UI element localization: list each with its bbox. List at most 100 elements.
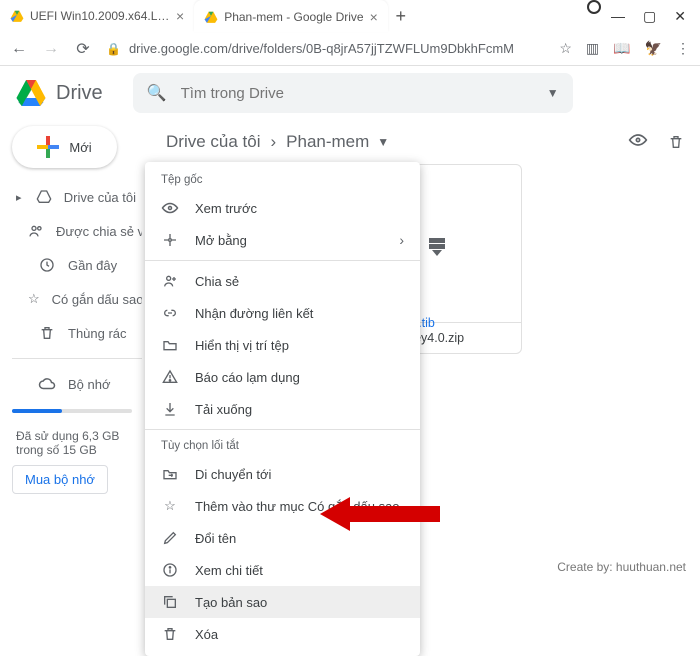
drive-brand: Drive [56,82,103,105]
menu-item-share[interactable]: Chia sẻ [145,265,420,297]
delete-button-icon[interactable] [668,133,684,151]
chevron-right-icon: › [270,132,276,152]
browser-tabstrip: UEFI Win10.2009.x64.Lehait.tib - × Phan-… [0,0,700,32]
menu-item-label: Tạo bản sao [195,595,267,610]
zip-icon [429,238,445,250]
breadcrumb-folder[interactable]: Phan-mem ▼ [286,132,389,152]
menu-item-label: Mở bằng [195,233,247,248]
extension-idm-icon[interactable]: ▥ [586,40,599,57]
open-with-icon [161,231,179,249]
extension-reader-icon[interactable]: 📖 [613,40,630,57]
tab-title: UEFI Win10.2009.x64.Lehait.tib - [30,9,170,23]
menu-item-label: Báo cáo lạm dụng [195,370,300,385]
sidebar-item-starred[interactable]: ☆ Có gắn dấu sao [12,284,142,314]
sidebar-item-label: Gần đây [68,258,117,273]
move-icon [161,465,179,483]
copy-icon [161,593,179,611]
star-icon: ☆ [28,290,40,308]
menu-item-delete[interactable]: Xóa [145,618,420,650]
maximize-button[interactable]: ▢ [643,8,656,25]
new-tab-button[interactable]: + [388,0,414,32]
close-icon[interactable]: × [370,9,378,25]
storage-text: Đã sử dụng 6,3 GB trong số 15 GB [12,425,142,461]
sidebar-item-my-drive[interactable]: ▸ Drive của tôi [12,182,142,212]
back-button[interactable]: ← [10,40,28,58]
sidebar-item-trash[interactable]: Thùng rác [12,318,142,348]
menu-item-label: Chia sẻ [195,274,239,289]
sidebar-item-shared[interactable]: Được chia sẻ với [12,216,142,246]
folder-icon [161,336,179,354]
tab-title: Phan-mem - Google Drive [224,10,363,24]
menu-item-preview[interactable]: Xem trước [145,192,420,224]
drive-favicon-icon [10,9,24,23]
storage-bar [12,409,132,413]
new-button[interactable]: Mới [12,126,117,168]
menu-item-label: Đổi tên [195,531,236,546]
extension-eagleget-icon[interactable]: 🦅 [645,40,662,57]
download-icon [161,400,179,418]
sidebar-item-recent[interactable]: Gần đây [12,250,142,280]
menu-item-label: Di chuyển tới [195,467,271,482]
menu-item-label: Thêm vào thư mục Có gắn dấu sao [195,499,400,514]
buy-storage-button[interactable]: Mua bộ nhớ [12,465,108,494]
drive-favicon-icon [204,10,218,24]
sidebar-item-label: Được chia sẻ với [56,224,142,239]
sidebar-item-storage[interactable]: Bộ nhớ [12,369,142,399]
search-box[interactable]: 🔍 ▼ [133,73,573,113]
plus-icon [37,136,59,158]
people-icon [28,222,44,240]
clock-icon [38,256,56,274]
menu-item-label: Tải xuống [195,402,252,417]
menu-item-label: Xem chi tiết [195,563,263,578]
menu-item-label: Xóa [195,627,218,642]
menu-item-details[interactable]: Xem chi tiết [145,554,420,586]
new-button-label: Mới [69,140,91,155]
credit-text: Create by: huuthuan.net [557,560,686,574]
more-menu-icon[interactable]: ⋮ [676,40,690,57]
search-options-icon[interactable]: ▼ [547,86,559,100]
close-button[interactable]: ✕ [674,8,686,25]
menu-item-show-location[interactable]: Hiển thị vị trí tệp [145,329,420,361]
drive-header: Drive 🔍 ▼ [0,66,700,120]
menu-item-move-to[interactable]: Di chuyển tới [145,458,420,490]
close-icon[interactable]: × [176,8,184,24]
forward-button[interactable]: → [42,40,60,58]
reload-button[interactable]: ⟳ [74,39,92,59]
search-icon: 🔍 [147,83,167,103]
search-input[interactable] [181,85,533,102]
minimize-button[interactable]: — [611,8,625,24]
profile-icon[interactable] [587,0,601,14]
window-controls: — ▢ ✕ [611,0,700,32]
lock-icon: 🔒 [106,42,121,56]
trash-icon [161,625,179,643]
submenu-arrow-icon: › [399,232,404,248]
bookmark-icon[interactable]: ☆ [559,40,572,57]
menu-item-rename[interactable]: Đổi tên [145,522,420,554]
drive-icon [36,188,52,206]
menu-item-label: Nhận đường liên kết [195,306,313,321]
breadcrumb-root[interactable]: Drive của tôi [166,132,260,152]
menu-item-report-abuse[interactable]: Báo cáo lạm dụng [145,361,420,393]
preview-toggle-icon[interactable] [628,133,648,151]
sidebar-item-label: Bộ nhớ [68,377,111,392]
menu-item-get-link[interactable]: Nhận đường liên kết [145,297,420,329]
report-icon [161,368,179,386]
menu-item-download[interactable]: Tải xuống [145,393,420,425]
sidebar: Mới ▸ Drive của tôi Được chia sẻ với Gần… [0,120,150,558]
menu-item-add-star[interactable]: ☆ Thêm vào thư mục Có gắn dấu sao [145,490,420,522]
menu-item-open-with[interactable]: Mở bằng › [145,224,420,256]
menu-item-make-copy[interactable]: Tạo bản sao [145,586,420,618]
person-add-icon [161,272,179,290]
browser-tab-2[interactable]: Phan-mem - Google Drive × [194,0,388,32]
caret-icon: ▸ [16,191,24,204]
address-bar[interactable]: 🔒 drive.google.com/drive/folders/0B-q8jr… [106,41,545,56]
pencil-icon [161,529,179,547]
link-icon [161,304,179,322]
eye-icon [161,199,179,217]
menu-item-label: Hiển thị vị trí tệp [195,338,289,353]
context-section-label: Tùy chọn lối tắt [145,434,420,458]
context-menu: Tệp gốc Xem trước Mở bằng › Chia sẻ Nhận… [145,162,420,656]
browser-tab-1[interactable]: UEFI Win10.2009.x64.Lehait.tib - × [0,0,194,32]
trash-icon [38,324,56,342]
cloud-icon [38,375,56,393]
